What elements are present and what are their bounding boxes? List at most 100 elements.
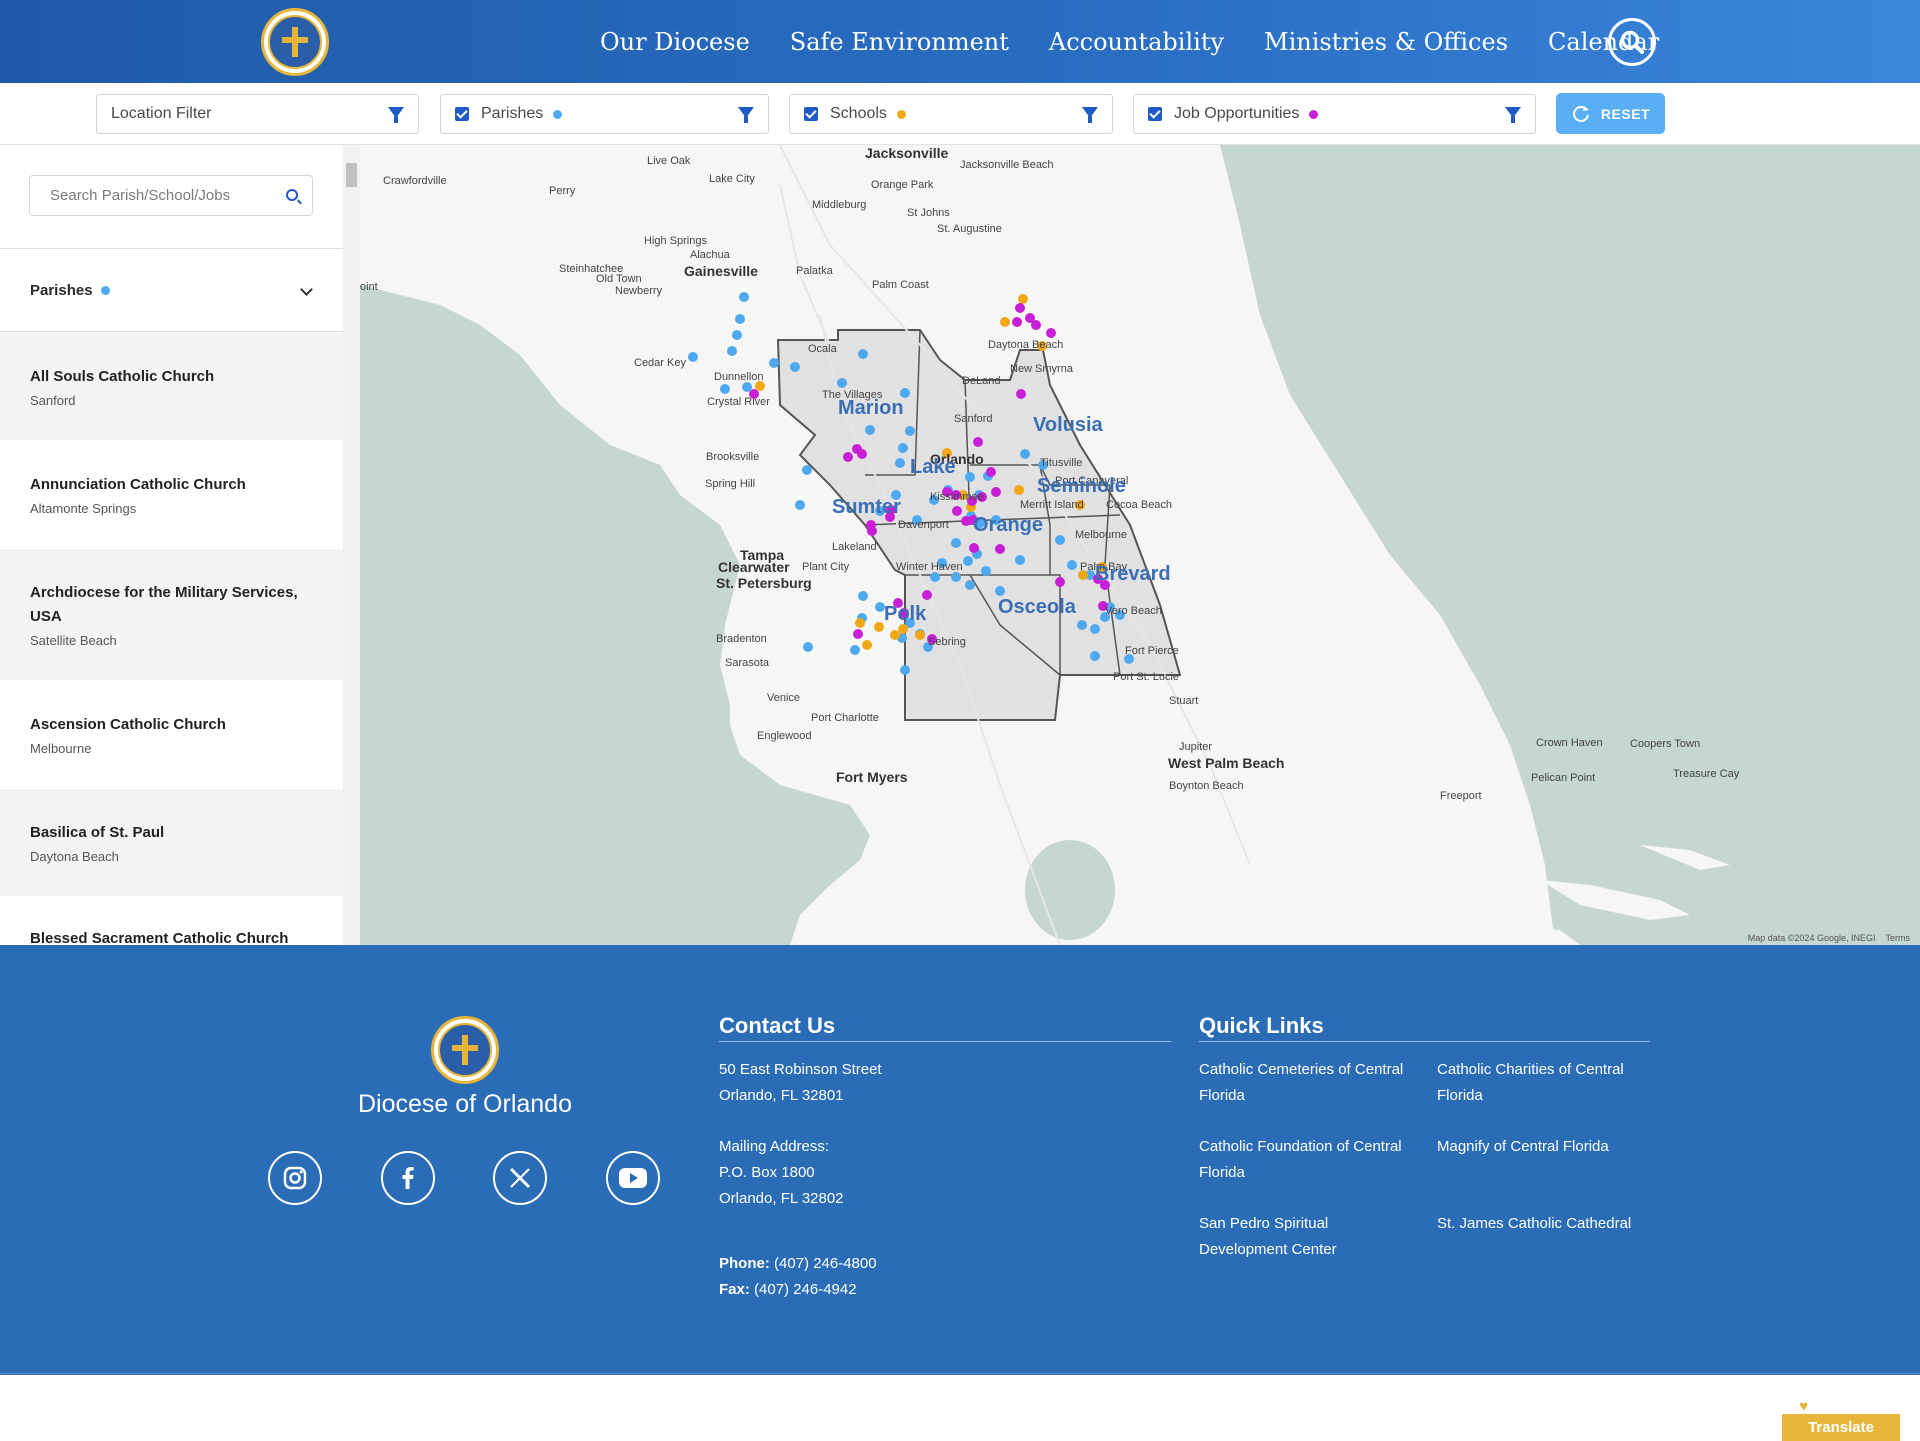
parishes-section-toggle[interactable]: Parishes <box>0 248 343 332</box>
quick-link-magnify[interactable]: Magnify of Central Florida <box>1437 1134 1657 1160</box>
school-pin[interactable] <box>855 618 865 628</box>
parish-pin[interactable] <box>930 572 940 582</box>
school-pin[interactable] <box>862 640 872 650</box>
parish-pin[interactable] <box>1015 555 1025 565</box>
sidebar-search-input[interactable]: Search Parish/School/Jobs <box>29 175 313 216</box>
quick-link-san-pedro[interactable]: San Pedro Spiritual Development Center <box>1199 1211 1419 1263</box>
footer-logo[interactable] <box>431 1016 499 1084</box>
parish-pin[interactable] <box>802 465 812 475</box>
job-pin[interactable] <box>1055 577 1065 587</box>
job-pin[interactable] <box>857 449 867 459</box>
search-icon[interactable] <box>286 189 298 201</box>
list-item[interactable]: Blessed Sacrament Catholic Church <box>0 897 343 945</box>
parish-pin[interactable] <box>858 591 868 601</box>
parish-pin[interactable] <box>727 346 737 356</box>
phone-number[interactable]: (407) 246-4800 <box>770 1255 877 1272</box>
parish-pin[interactable] <box>1090 624 1100 634</box>
school-pin[interactable] <box>874 622 884 632</box>
parish-pin[interactable] <box>837 378 847 388</box>
schools-filter[interactable]: Schools <box>789 94 1113 134</box>
job-pin[interactable] <box>1016 389 1026 399</box>
job-pin[interactable] <box>986 467 996 477</box>
reset-button[interactable]: RESET <box>1556 93 1665 134</box>
map[interactable]: Jacksonville Jacksonville Beach Live Oak La… <box>360 145 1920 945</box>
job-pin[interactable] <box>843 452 853 462</box>
job-pin[interactable] <box>995 544 1005 554</box>
parish-pin[interactable] <box>981 566 991 576</box>
parish-pin[interactable] <box>965 580 975 590</box>
schools-checkbox[interactable] <box>804 107 818 121</box>
parish-pin[interactable] <box>1090 651 1100 661</box>
parish-pin[interactable] <box>951 538 961 548</box>
nav-safe-environment[interactable]: Safe Environment <box>790 28 1009 56</box>
parish-pin[interactable] <box>1055 535 1065 545</box>
search-button[interactable] <box>1608 18 1656 66</box>
parish-pin[interactable] <box>1077 620 1087 630</box>
instagram-button[interactable] <box>268 1151 322 1205</box>
school-pin[interactable] <box>890 630 900 640</box>
parish-pin[interactable] <box>769 358 779 368</box>
job-pin[interactable] <box>991 487 1001 497</box>
job-pin[interactable] <box>1015 303 1025 313</box>
x-button[interactable] <box>493 1151 547 1205</box>
job-pin[interactable] <box>969 543 979 553</box>
location-filter[interactable]: Location Filter <box>96 94 419 134</box>
parish-pin[interactable] <box>739 292 749 302</box>
school-pin[interactable] <box>1014 485 1024 495</box>
job-pin[interactable] <box>952 506 962 516</box>
jobs-filter[interactable]: Job Opportunities <box>1133 94 1536 134</box>
made-with-credit[interactable]: Made with ♥ by Diocesan <box>1727 1398 1895 1415</box>
terms-link[interactable]: Terms <box>1886 933 1911 943</box>
parish-pin[interactable] <box>732 330 742 340</box>
parish-pin[interactable] <box>900 665 910 675</box>
parish-pin[interactable] <box>1020 449 1030 459</box>
parishes-filter[interactable]: Parishes <box>440 94 769 134</box>
job-pin[interactable] <box>1012 317 1022 327</box>
job-pin[interactable] <box>922 590 932 600</box>
list-item[interactable]: Annunciation Catholic Church Altamonte S… <box>0 441 343 549</box>
parish-pin[interactable] <box>688 352 698 362</box>
parish-pin[interactable] <box>963 556 973 566</box>
jobs-checkbox[interactable] <box>1148 107 1162 121</box>
parish-pin[interactable] <box>795 500 805 510</box>
list-item[interactable]: Archdiocese for the Military Services, U… <box>0 549 343 681</box>
school-pin[interactable] <box>1000 317 1010 327</box>
parish-pin[interactable] <box>1067 560 1077 570</box>
scrollbar-thumb[interactable] <box>346 163 357 187</box>
parish-pin[interactable] <box>858 349 868 359</box>
quick-link-charities[interactable]: Catholic Charities of Central Florida <box>1437 1057 1657 1109</box>
parish-pin[interactable] <box>720 384 730 394</box>
parish-pin[interactable] <box>995 586 1005 596</box>
job-pin[interactable] <box>973 437 983 447</box>
nav-accountability[interactable]: Accountability <box>1049 28 1224 56</box>
parish-pin[interactable] <box>790 362 800 372</box>
job-pin[interactable] <box>1031 320 1041 330</box>
parish-pin[interactable] <box>865 425 875 435</box>
parish-pin[interactable] <box>735 314 745 324</box>
parish-pin[interactable] <box>895 458 905 468</box>
quick-link-foundation[interactable]: Catholic Foundation of Central Florida <box>1199 1134 1419 1186</box>
school-pin[interactable] <box>1018 294 1028 304</box>
job-pin[interactable] <box>1046 328 1056 338</box>
list-item[interactable]: All Souls Catholic Church Sanford <box>0 333 343 441</box>
job-pin[interactable] <box>867 526 877 536</box>
diocese-logo[interactable] <box>261 8 329 76</box>
parish-pin[interactable] <box>803 642 813 652</box>
list-item[interactable]: Basilica of St. Paul Daytona Beach <box>0 789 343 897</box>
parish-pin[interactable] <box>905 426 915 436</box>
parish-pin[interactable] <box>898 443 908 453</box>
job-pin[interactable] <box>853 629 863 639</box>
translate-button[interactable]: Translate <box>1782 1414 1900 1441</box>
parish-pin[interactable] <box>965 472 975 482</box>
facebook-button[interactable] <box>381 1151 435 1205</box>
school-pin[interactable] <box>915 630 925 640</box>
quick-link-cathedral[interactable]: St. James Catholic Cathedral <box>1437 1211 1657 1237</box>
quick-link-cemeteries[interactable]: Catholic Cemeteries of Central Florida <box>1199 1057 1419 1109</box>
parish-pin[interactable] <box>850 645 860 655</box>
nav-our-diocese[interactable]: Our Diocese <box>600 28 750 56</box>
nav-ministries-offices[interactable]: Ministries & Offices <box>1264 28 1508 56</box>
parishes-checkbox[interactable] <box>455 107 469 121</box>
parish-pin[interactable] <box>951 572 961 582</box>
youtube-button[interactable] <box>606 1151 660 1205</box>
sidebar-scrollbar[interactable] <box>343 145 360 945</box>
